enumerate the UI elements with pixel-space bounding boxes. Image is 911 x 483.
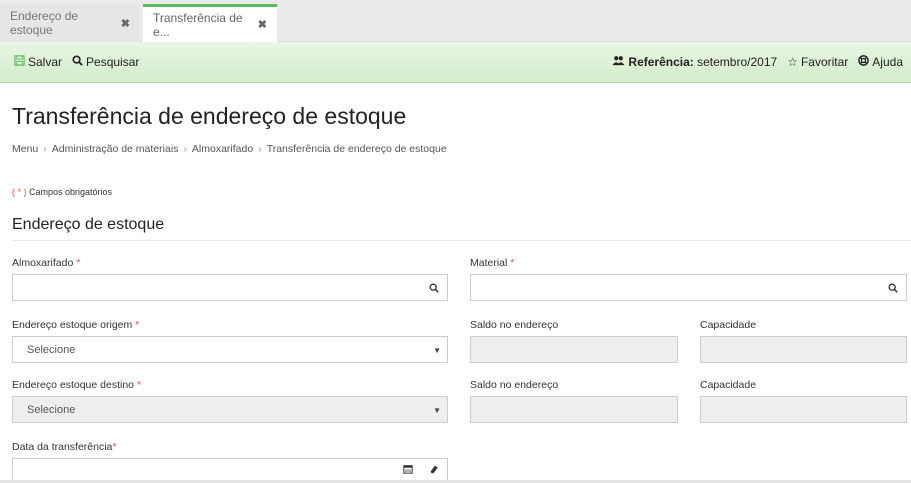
capacidade-origem-field	[700, 336, 907, 363]
saldo-destino-label: Saldo no endereço	[470, 379, 559, 391]
saldo-origem-field	[470, 336, 678, 363]
toolbar: Salvar Pesquisar Referência: setembro/20…	[0, 42, 911, 83]
users-icon	[612, 55, 625, 69]
tab-bar: Endereço de estoque ✖ Transferência de e…	[0, 0, 911, 42]
help-label: Ajuda	[872, 55, 903, 69]
required-note-text: Campos obrigatórios	[29, 187, 113, 197]
tab-transferencia[interactable]: Transferência de e... ✖	[143, 4, 277, 42]
eraser-icon[interactable]	[421, 459, 447, 479]
tab-endereco-estoque[interactable]: Endereço de estoque ✖	[0, 4, 140, 42]
almoxarifado-label: Almoxarifado *	[12, 257, 81, 269]
calendar-icon[interactable]	[395, 459, 421, 479]
search-icon	[72, 55, 83, 69]
caret-down-icon: ▼	[433, 346, 441, 355]
section-title: Endereço de estoque	[12, 216, 165, 233]
chevron-right-icon: ›	[258, 143, 262, 155]
close-icon[interactable]: ✖	[121, 17, 130, 30]
capacidade-origem-label: Capacidade	[700, 319, 757, 331]
search-icon[interactable]	[420, 275, 447, 300]
breadcrumb-item-menu[interactable]: Menu	[12, 143, 38, 155]
saldo-origem-label: Saldo no endereço	[470, 319, 559, 331]
help-button[interactable]: Ajuda	[858, 55, 903, 69]
caret-down-icon: ▼	[433, 406, 441, 415]
capacidade-destino-label: Capacidade	[700, 379, 757, 391]
close-icon[interactable]: ✖	[258, 18, 267, 31]
almoxarifado-input[interactable]	[12, 274, 448, 301]
origem-select-value: Selecione	[27, 343, 76, 356]
data-transferencia-label: Data da transferência*	[12, 441, 117, 453]
tab-label: Transferência de e...	[153, 10, 243, 39]
floppy-icon	[14, 55, 25, 69]
breadcrumb-item-current: Transferência de endereço de estoque	[266, 143, 447, 155]
capacidade-destino-field	[700, 396, 907, 423]
search-label: Pesquisar	[86, 55, 140, 69]
material-label: Material *	[470, 257, 515, 269]
chevron-right-icon: ›	[43, 143, 47, 155]
breadcrumb: Menu › Administração de materiais › Almoxari…	[12, 143, 447, 155]
material-input[interactable]	[470, 274, 907, 301]
save-label: Salvar	[28, 55, 63, 69]
destino-select[interactable]: Selecione ▼	[12, 396, 448, 423]
destino-label: Endereço estoque destino *	[12, 379, 142, 391]
favorite-button[interactable]: ☆ Favoritar	[787, 55, 848, 69]
tab-label: Endereço de estoque	[10, 9, 79, 37]
reference-value: setembro/2017	[697, 55, 778, 69]
required-fields-note: ( * ) Campos obrigatórios	[12, 187, 112, 197]
required-star: ( * )	[12, 187, 27, 197]
breadcrumb-item-admin[interactable]: Administração de materiais	[52, 143, 179, 155]
section-divider	[12, 240, 911, 241]
lifebuoy-icon	[858, 55, 870, 69]
origem-select[interactable]: Selecione ▼	[12, 336, 448, 363]
save-button[interactable]: Salvar	[14, 55, 62, 69]
chevron-right-icon: ›	[183, 143, 187, 155]
page-title: Transferência de endereço de estoque	[12, 103, 407, 129]
reference-label: Referência:	[628, 55, 694, 69]
breadcrumb-item-almoxarifado[interactable]: Almoxarifado	[192, 143, 253, 155]
saldo-destino-field	[470, 396, 678, 423]
data-transferencia-input[interactable]	[12, 458, 448, 482]
origem-label: Endereço estoque origem *	[12, 319, 140, 331]
reference-selector[interactable]: Referência: setembro/2017	[612, 55, 777, 69]
star-icon: ☆	[787, 55, 798, 69]
search-icon[interactable]	[879, 275, 906, 300]
destino-select-value: Selecione	[27, 403, 76, 416]
favorite-label: Favoritar	[800, 55, 849, 69]
search-button[interactable]: Pesquisar	[72, 55, 139, 69]
